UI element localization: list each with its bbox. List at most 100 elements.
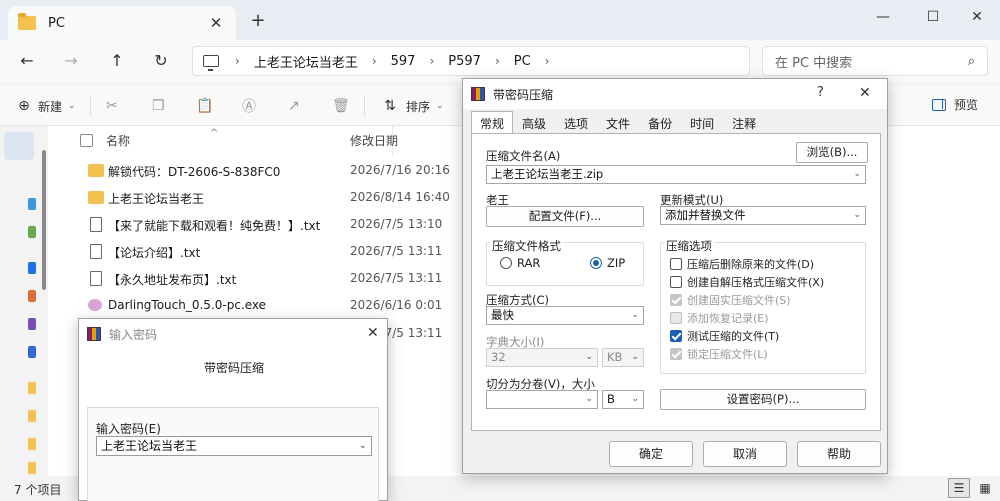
cut-icon[interactable]: ✂ [106, 96, 126, 116]
test-files-checkbox[interactable]: 测试压缩的文件(T) [670, 328, 779, 344]
folder-icon [88, 164, 104, 177]
copy-icon[interactable]: ❐ [152, 96, 172, 116]
split-unit-select[interactable]: B ⌄ [602, 390, 644, 409]
dictionary-select[interactable]: 32 ⌄ [486, 348, 598, 367]
tab-advanced[interactable]: 高级 [513, 111, 555, 133]
nav-folder-icon[interactable] [28, 410, 36, 422]
rename-icon[interactable]: Ⓐ [242, 96, 262, 116]
minimize-button[interactable]: — [860, 4, 906, 30]
tab-pc[interactable]: PC ✕ [8, 6, 236, 40]
chevron-down-icon[interactable]: ⌄ [585, 392, 593, 407]
help-button[interactable]: 帮助 [797, 441, 881, 467]
tab-general[interactable]: 常规 [471, 111, 514, 133]
update-mode-select[interactable]: 添加并替换文件 ⌄ [660, 206, 866, 225]
breadcrumb-item[interactable]: 上老王论坛当老王 [254, 52, 358, 71]
navigation-bar: ← → ↑ ↻ › 上老王论坛当老王 › 597 › P597 › PC › 在… [0, 40, 1000, 82]
nav-music-icon[interactable] [28, 290, 36, 302]
winrar-icon [471, 87, 485, 101]
ok-button[interactable]: 确定 [609, 441, 693, 467]
column-header-date[interactable]: 修改日期 [350, 132, 398, 149]
close-icon[interactable]: ✕ [367, 325, 379, 341]
address-bar[interactable]: › 上老王论坛当老王 › 597 › P597 › PC › [192, 46, 750, 76]
nav-folder-icon[interactable] [28, 226, 36, 238]
nav-folder-icon[interactable] [28, 462, 36, 474]
up-arrow-icon[interactable]: ↑ [104, 48, 130, 74]
chevron-down-icon[interactable]: ⌄ [631, 308, 639, 323]
dictionary-unit-select[interactable]: KB ⌄ [602, 348, 644, 367]
forward-arrow-icon[interactable]: → [58, 48, 84, 74]
nav-drive-icon[interactable] [28, 198, 36, 210]
chevron-down-icon[interactable]: ⌄ [853, 208, 861, 223]
checkbox-box-checked [670, 330, 682, 342]
back-arrow-icon[interactable]: ← [14, 48, 40, 74]
file-name: 【来了就能下载和观看！纯免费！】.txt [108, 219, 321, 233]
sort-caret-icon: ^ [210, 128, 219, 139]
nav-scrollbar[interactable] [42, 150, 46, 290]
solid-checkbox[interactable]: 创建固实压缩文件(S) [670, 292, 791, 308]
sort-label: 排序 [406, 99, 431, 114]
password-value: 上老王论坛当老王 [101, 439, 198, 453]
breadcrumb-item[interactable]: P597 [448, 54, 481, 69]
maximize-button[interactable]: ☐ [910, 4, 956, 30]
tab-options[interactable]: 选项 [555, 111, 597, 133]
chevron-down-icon[interactable]: ⌄ [585, 350, 593, 365]
option-label: 创建自解压格式压缩文件(X) [687, 276, 825, 289]
sort-button[interactable]: ⇅ 排序 ⌄ [380, 96, 443, 116]
set-password-button[interactable]: 设置密码(P)... [660, 389, 866, 410]
chevron-down-icon[interactable]: ⌄ [631, 350, 639, 365]
close-icon[interactable]: ✕ [859, 85, 871, 101]
column-header-name[interactable]: 名称 [106, 132, 130, 149]
checkbox-box-checked [670, 348, 682, 360]
password-input[interactable]: 上老王论坛当老王 ⌄ [96, 436, 372, 456]
tab-time[interactable]: 时间 [681, 111, 723, 133]
sfx-checkbox[interactable]: 创建自解压格式压缩文件(X) [670, 274, 824, 290]
nav-pictures-icon[interactable] [28, 318, 36, 330]
select-all-checkbox[interactable] [80, 134, 93, 147]
nav-download-icon[interactable] [28, 262, 36, 274]
lock-archive-checkbox[interactable]: 锁定压缩文件(L) [670, 346, 768, 362]
archive-dialog-titlebar[interactable]: 带密码压缩 ? ✕ [463, 79, 887, 109]
preview-button[interactable]: 预览 [932, 96, 978, 113]
cancel-button[interactable]: 取消 [703, 441, 787, 467]
chevron-down-icon[interactable]: ⌄ [359, 439, 367, 453]
format-zip-radio[interactable]: ZIP [590, 256, 625, 270]
help-icon[interactable]: ? [817, 85, 824, 100]
breadcrumb-item[interactable]: 597 [391, 54, 416, 69]
browse-button[interactable]: 浏览(B)... [796, 142, 868, 163]
breadcrumb-item[interactable]: PC [514, 54, 531, 69]
delete-icon[interactable]: 🗑 [332, 96, 352, 116]
nav-videos-icon[interactable] [28, 346, 36, 358]
paste-icon[interactable]: 📋 [196, 96, 216, 116]
search-input[interactable]: 在 PC 中搜索 [775, 52, 968, 71]
details-view-icon[interactable]: ☰ [948, 478, 970, 498]
checkbox-box [670, 258, 682, 270]
tab-title: PC [48, 15, 65, 31]
file-date: 2026/7/5 13:11 [350, 244, 443, 258]
split-size-select[interactable]: ⌄ [486, 390, 598, 409]
chevron-down-icon[interactable]: ⌄ [631, 392, 639, 407]
tab-files[interactable]: 文件 [597, 111, 639, 133]
tab-comment[interactable]: 注释 [723, 111, 765, 133]
split-unit: B [607, 392, 615, 406]
nav-folder-icon[interactable] [28, 438, 36, 450]
new-button[interactable]: ⊕ 新建 ⌄ [14, 96, 75, 116]
refresh-icon[interactable]: ↻ [148, 48, 174, 74]
file-name: 上老王论坛当老王 [108, 192, 205, 206]
nav-folder-icon[interactable] [28, 382, 36, 394]
method-select[interactable]: 最快 ⌄ [486, 306, 644, 325]
password-dialog-titlebar[interactable]: 输入密码 ✕ [79, 319, 387, 349]
new-tab-button[interactable]: + [248, 10, 268, 31]
recovery-record-checkbox[interactable]: 添加恢复记录(E) [670, 310, 769, 326]
archive-name-input[interactable]: 上老王论坛当老王.zip ⌄ [486, 165, 866, 184]
delete-after-checkbox[interactable]: 压缩后删除原来的文件(D) [670, 256, 814, 272]
share-icon[interactable]: ↗ [288, 96, 308, 116]
tab-backup[interactable]: 备份 [639, 111, 681, 133]
nav-selected-item[interactable] [4, 132, 34, 160]
window-close-button[interactable]: ✕ [954, 4, 1000, 30]
chevron-down-icon[interactable]: ⌄ [853, 167, 861, 182]
profiles-button[interactable]: 配置文件(F)... [486, 206, 644, 227]
format-rar-radio[interactable]: RAR [500, 256, 540, 270]
tiles-view-icon[interactable]: ▦ [974, 478, 996, 498]
tab-close-icon[interactable]: ✕ [206, 14, 226, 32]
search-box[interactable]: 在 PC 中搜索 ⌕ [762, 46, 988, 76]
